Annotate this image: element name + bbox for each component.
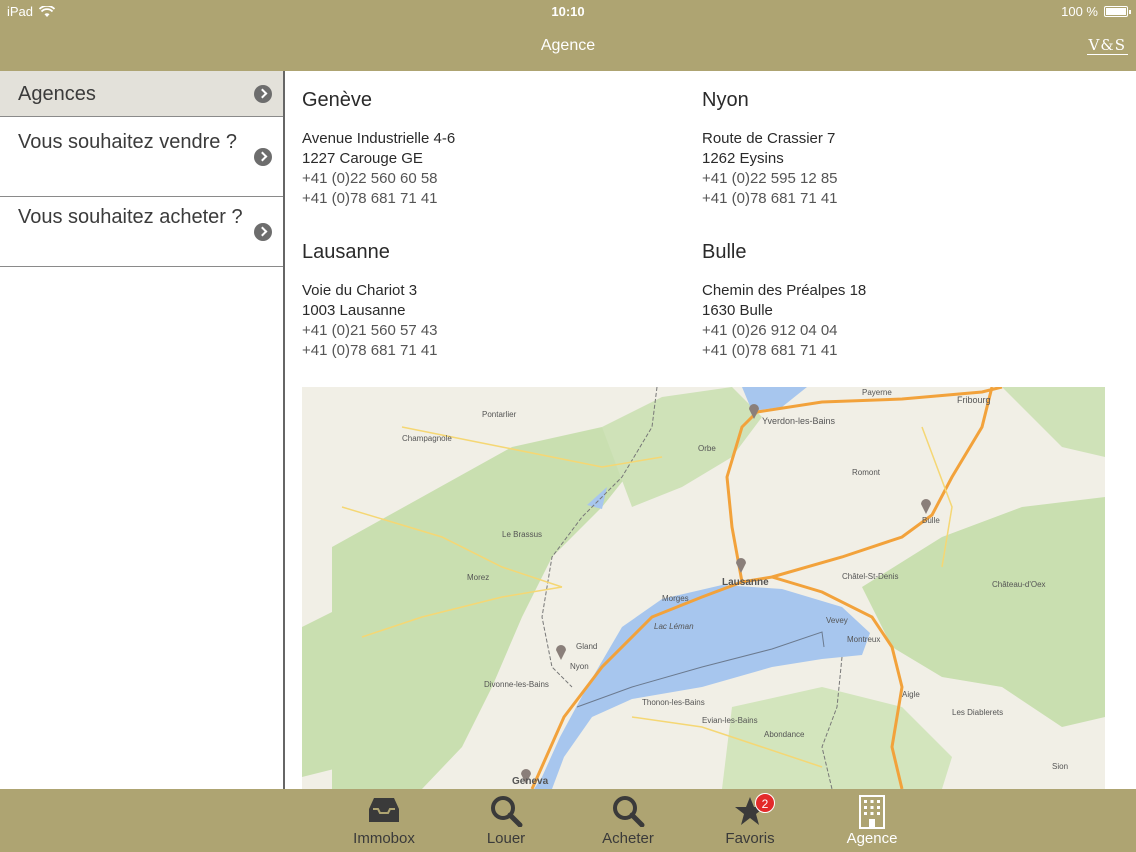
map-label: Vevey	[826, 616, 848, 625]
agency-phone[interactable]: +41 (0)21 560 57 43	[302, 321, 682, 341]
agency-mobile[interactable]: +41 (0)78 681 71 41	[302, 341, 682, 361]
map-label: Nyon	[570, 662, 589, 671]
agency-card-bulle: Bulle Chemin des Préalpes 18 1630 Bulle …	[702, 241, 1082, 361]
agency-mobile[interactable]: +41 (0)78 681 71 41	[702, 341, 1082, 361]
tab-acheter[interactable]: Acheter	[573, 789, 683, 852]
tab-favoris[interactable]: 2 Favoris	[695, 789, 805, 852]
agency-zip-city: 1003 Lausanne	[302, 302, 406, 319]
map-label: Montreux	[847, 635, 880, 644]
tab-louer[interactable]: Louer	[451, 789, 561, 852]
agency-phone[interactable]: +41 (0)22 595 12 85	[702, 169, 1082, 189]
agencies-panel: Genève Avenue Industrielle 4-6 1227 Caro…	[287, 71, 1136, 789]
agencies-map[interactable]: Yverdon-les-Bains Lausanne Bulle Geneva …	[302, 387, 1105, 789]
agency-mobile[interactable]: +41 (0)78 681 71 41	[702, 189, 1082, 209]
agency-street: Avenue Industrielle 4-6	[302, 130, 456, 147]
chevron-right-icon	[254, 147, 272, 166]
sidebar: Agences Vous souhaitez vendre ? Vous sou…	[0, 71, 285, 789]
chevron-right-icon	[254, 222, 272, 241]
agency-zip-city: 1262 Eysins	[702, 150, 784, 167]
agency-city: Genève	[302, 89, 373, 111]
status-bar: iPad 10:10 100 %	[0, 0, 1136, 24]
map-label: Fribourg	[957, 395, 991, 405]
sidebar-item-acheter[interactable]: Vous souhaitez acheter ?	[0, 197, 283, 267]
battery-icon	[1104, 6, 1131, 17]
agency-city: Lausanne	[302, 241, 390, 263]
tab-label: Favoris	[725, 830, 775, 847]
map-label: Sion	[1052, 762, 1068, 771]
map-label: Les Diablerets	[952, 708, 1003, 717]
map-label: Payerne	[862, 388, 892, 397]
tab-bar: Immobox Louer Acheter 2 Favoris Agence	[0, 789, 1136, 852]
agency-street: Voie du Chariot 3	[302, 282, 418, 299]
map-label: Champagnole	[402, 434, 452, 443]
map-label: Lausanne	[722, 577, 769, 588]
map-label: Morez	[467, 573, 489, 582]
battery-level: 100 %	[1061, 4, 1098, 19]
sidebar-item-vendre[interactable]: Vous souhaitez vendre ?	[0, 117, 283, 197]
map-label: Yverdon-les-Bains	[762, 416, 836, 426]
map-label: Aigle	[902, 690, 920, 699]
agency-card-nyon: Nyon Route de Crassier 7 1262 Eysins +41…	[702, 89, 1082, 209]
map-label: Château-d'Oex	[992, 580, 1046, 589]
status-time: 10:10	[551, 4, 585, 19]
agency-city: Nyon	[702, 89, 749, 111]
agency-zip-city: 1227 Carouge GE	[302, 150, 423, 167]
tab-label: Immobox	[353, 830, 415, 847]
agency-city: Bulle	[702, 241, 747, 263]
map-label: Le Brassus	[502, 530, 542, 539]
agency-street: Chemin des Préalpes 18	[702, 282, 867, 299]
tab-immobox[interactable]: Immobox	[329, 789, 439, 852]
tab-label: Agence	[846, 830, 898, 847]
tab-label: Louer	[486, 830, 526, 847]
tab-agence[interactable]: Agence	[817, 789, 927, 852]
search-icon	[491, 796, 523, 827]
agency-card-geneve: Genève Avenue Industrielle 4-6 1227 Caro…	[302, 89, 682, 209]
inbox-icon	[369, 798, 399, 822]
sidebar-item-label: Vous souhaitez acheter ?	[18, 206, 243, 228]
top-bar: iPad 10:10 100 % Agence V&S	[0, 0, 1136, 71]
agency-zip-city: 1630 Bulle	[702, 302, 773, 319]
map-label: Divonne-les-Bains	[484, 680, 549, 689]
chevron-right-icon	[254, 84, 272, 103]
sidebar-item-label: Agences	[18, 83, 96, 105]
page-title: Agence	[540, 37, 596, 54]
agency-card-lausanne: Lausanne Voie du Chariot 3 1003 Lausanne…	[302, 241, 682, 361]
map-label: Châtel-St-Denis	[842, 572, 898, 581]
building-icon	[859, 795, 885, 829]
map-label: Morges	[662, 594, 689, 603]
agency-phone[interactable]: +41 (0)22 560 60 58	[302, 169, 682, 189]
map-label: Geneva	[512, 776, 549, 787]
favorites-badge: 2	[755, 793, 775, 813]
sidebar-item-agences[interactable]: Agences	[0, 71, 283, 117]
sidebar-item-label: Vous souhaitez vendre ?	[18, 131, 238, 153]
map-label: Lac Léman	[654, 622, 694, 631]
search-icon	[613, 796, 645, 827]
map-label: Bulle	[922, 516, 940, 525]
map-label: Abondance	[764, 730, 805, 739]
map-label: Thonon-les-Bains	[642, 698, 705, 707]
tab-label: Acheter	[602, 830, 654, 847]
map-label: Romont	[852, 468, 881, 477]
map-label: Gland	[576, 642, 597, 651]
agency-street: Route de Crassier 7	[702, 130, 836, 147]
agency-mobile[interactable]: +41 (0)78 681 71 41	[302, 189, 682, 209]
agency-phone[interactable]: +41 (0)26 912 04 04	[702, 321, 1082, 341]
map-label: Evian-les-Bains	[702, 716, 758, 725]
brand-logo[interactable]: V&S	[1086, 36, 1128, 55]
map-label: Orbe	[698, 444, 716, 453]
map-label: Pontarlier	[482, 410, 517, 419]
